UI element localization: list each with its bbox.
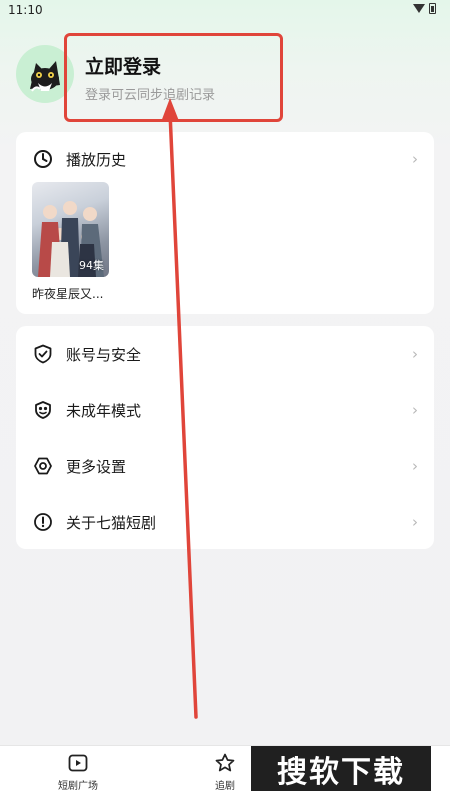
tab-follow-drama[interactable]: 追剧 xyxy=(195,752,255,792)
status-time: 11:10 xyxy=(8,3,43,17)
menu-item-more-settings[interactable]: 更多设置 › xyxy=(16,446,434,486)
chevron-right-icon: › xyxy=(412,345,418,363)
wifi-icon xyxy=(413,4,425,13)
tab-label: 短剧广场 xyxy=(58,781,98,792)
info-exclamation-icon xyxy=(34,513,52,531)
history-card: 播放历史 › 94集 昨夜星辰又... xyxy=(16,132,434,314)
play-square-icon xyxy=(68,754,88,772)
history-poster[interactable]: 94集 xyxy=(32,182,109,277)
menu-item-label: 账号与安全 xyxy=(66,345,142,364)
tab-label: 追剧 xyxy=(215,781,235,792)
watermark-logo: 搜软下载 xyxy=(251,746,431,791)
status-bar: 11:10 xyxy=(0,0,450,20)
youth-mode-icon xyxy=(35,401,51,419)
login-title[interactable]: 立即登录 xyxy=(85,52,161,79)
menu-item-label: 未成年模式 xyxy=(66,401,142,420)
history-item-title[interactable]: 昨夜星辰又... xyxy=(32,285,103,302)
chevron-right-icon: › xyxy=(412,401,418,419)
star-icon xyxy=(215,753,235,772)
settings-menu-card: 账号与安全 › 未成年模式 › 更多设置 › 关于七猫短剧 › xyxy=(16,326,434,549)
episode-count: 94集 xyxy=(79,259,104,272)
chevron-right-icon: › xyxy=(412,150,418,168)
chevron-right-icon: › xyxy=(412,457,418,475)
history-title: 播放历史 xyxy=(66,150,127,169)
menu-item-label: 关于七猫短剧 xyxy=(66,513,157,532)
shield-check-icon xyxy=(34,344,52,364)
history-header[interactable]: 播放历史 › xyxy=(16,139,434,179)
settings-hexagon-icon xyxy=(34,457,52,475)
login-subtitle: 登录可云同步追剧记录 xyxy=(85,88,216,103)
clock-icon xyxy=(34,150,52,168)
chevron-right-icon: › xyxy=(412,513,418,531)
tab-drama-plaza[interactable]: 短剧广场 xyxy=(48,752,108,792)
menu-item-youth-mode[interactable]: 未成年模式 › xyxy=(16,390,434,430)
menu-item-account-security[interactable]: 账号与安全 › xyxy=(16,334,434,374)
menu-item-about[interactable]: 关于七猫短剧 › xyxy=(16,502,434,542)
menu-item-label: 更多设置 xyxy=(66,457,127,476)
battery-icon xyxy=(429,3,436,14)
